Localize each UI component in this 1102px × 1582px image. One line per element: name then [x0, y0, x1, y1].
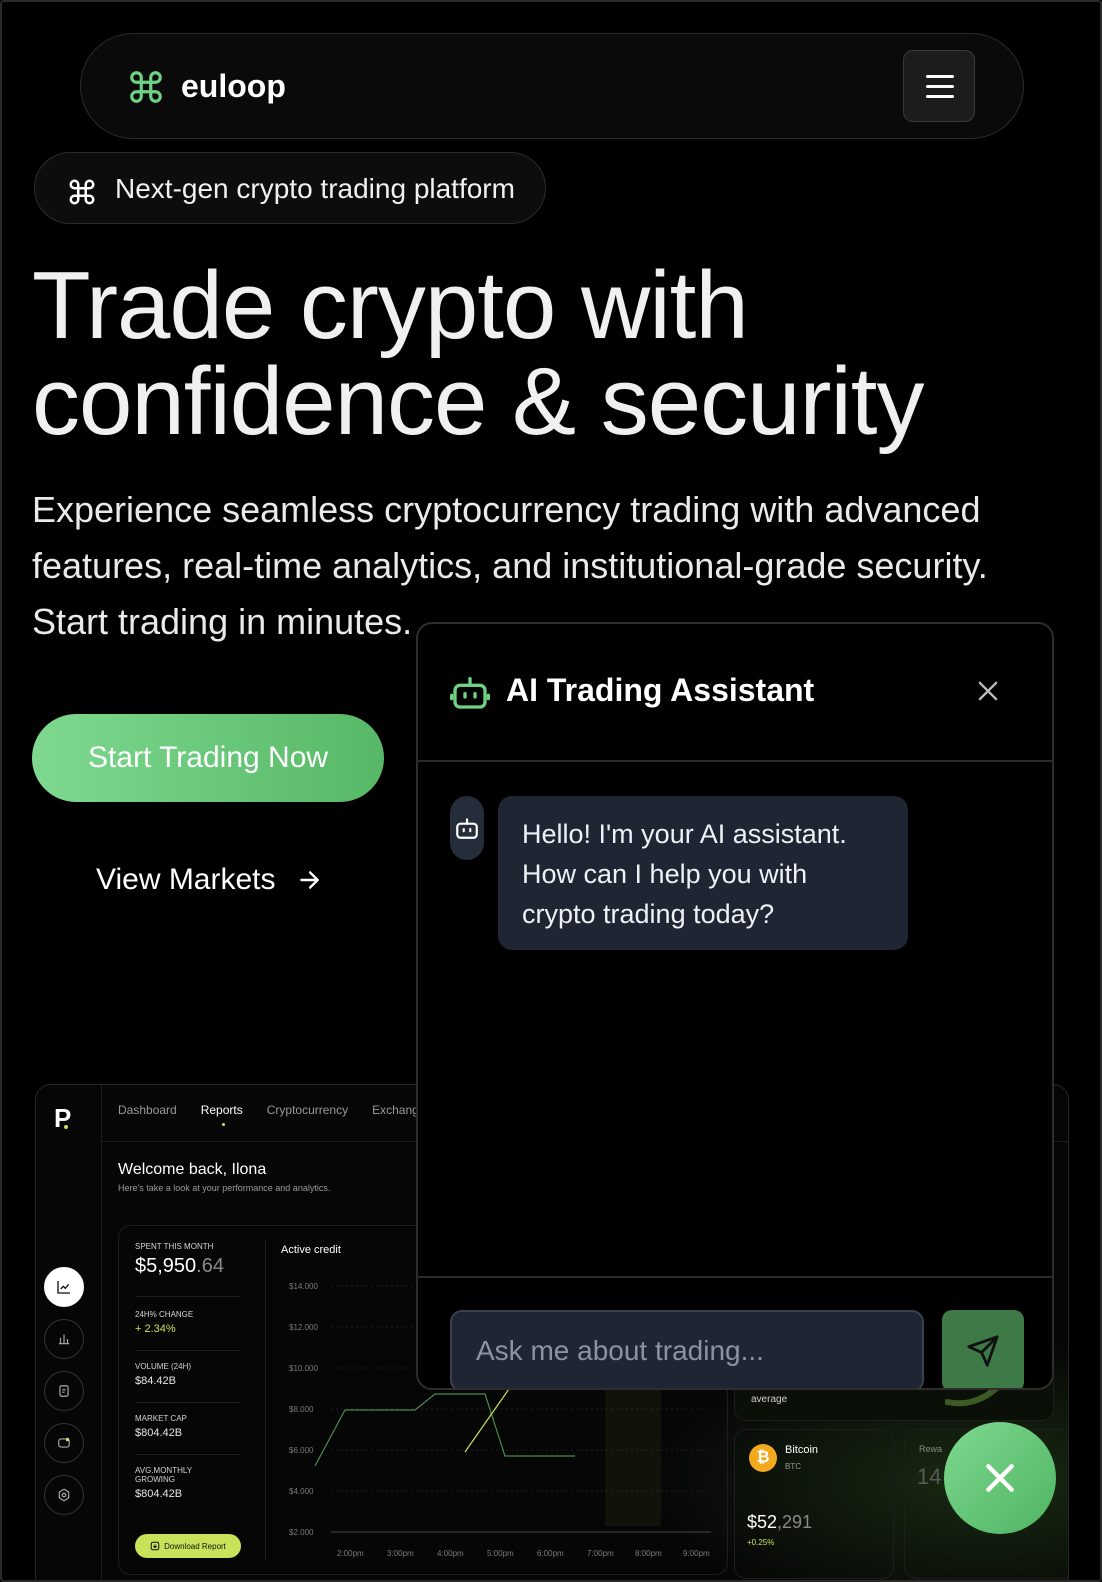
menu-button[interactable]: [903, 50, 975, 122]
bar-chart-icon[interactable]: [44, 1319, 84, 1359]
volume-stat: VOLUME (24H) $84.42B: [135, 1362, 241, 1387]
close-chat-button[interactable]: [966, 670, 1010, 714]
robot-icon: [456, 818, 478, 839]
bitcoin-change: +0.25%: [747, 1538, 775, 1547]
bitcoin-symbol: BTC: [785, 1462, 801, 1471]
close-icon: [978, 681, 998, 700]
hero-title: Trade crypto with confidence & security: [32, 252, 924, 455]
y-tick: $6.000: [289, 1446, 314, 1455]
rewards-label: Rewa: [919, 1444, 943, 1454]
download-icon: [150, 1541, 160, 1551]
chart-line-icon[interactable]: [44, 1267, 84, 1307]
ai-assistant-panel: AI Trading Assistant Hello! I'm your AI …: [416, 622, 1054, 1390]
start-trading-button[interactable]: Start Trading Now: [32, 714, 384, 802]
dashboard-logo-letter: P: [54, 1103, 72, 1133]
chat-header: AI Trading Assistant: [418, 624, 1052, 762]
avg-monthly-value: $804.42B: [135, 1488, 183, 1500]
x-tick: 5:00pm: [487, 1549, 514, 1558]
dashboard-logo: P: [54, 1103, 71, 1134]
x-tick: 2:00pm: [337, 1549, 364, 1558]
y-tick: $2.000: [289, 1528, 314, 1537]
x-tick: 9:00pm: [683, 1549, 710, 1558]
x-tick: 3:00pm: [387, 1549, 414, 1558]
download-report-button[interactable]: Download Report: [135, 1534, 241, 1558]
x-tick: 8:00pm: [635, 1549, 662, 1558]
assistant-message: Hello! I'm your AI assistant. How can I …: [498, 796, 908, 950]
view-markets-link[interactable]: View Markets: [96, 858, 322, 902]
market-cap-stat: MARKET CAP $804.42B: [135, 1414, 241, 1439]
spent-label: SPENT THIS MONTH: [135, 1242, 214, 1251]
close-icon: [986, 1464, 1014, 1492]
arrow-right-icon: [299, 871, 319, 889]
close-assistant-fab[interactable]: [944, 1422, 1056, 1534]
top-navbar: euloop: [80, 33, 1024, 139]
y-tick: $10.000: [289, 1364, 318, 1373]
volume-value: $84.42B: [135, 1375, 176, 1387]
bitcoin-name: Bitcoin: [785, 1444, 819, 1456]
avg-monthly-label: AVG.MONTHLY GROWING: [135, 1466, 192, 1484]
y-tick: $14.000: [289, 1282, 318, 1291]
hero-title-line2: confidence & security: [32, 348, 924, 455]
spent-value: $5,950.64: [135, 1255, 224, 1277]
chat-input[interactable]: [450, 1310, 924, 1388]
chat-footer: [418, 1276, 1052, 1388]
wallet-icon[interactable]: [44, 1423, 84, 1463]
y-tick: $4.000: [289, 1487, 314, 1496]
badge-text: Next-gen crypto trading platform: [115, 173, 515, 204]
change-stat: 24H% CHANGE + 2.34%: [135, 1310, 241, 1335]
tab-reports[interactable]: Reports: [201, 1103, 243, 1126]
tab-dashboard[interactable]: Dashboard: [118, 1103, 177, 1117]
tab-cryptocurrency[interactable]: Cryptocurrency: [267, 1103, 348, 1117]
hero-title-line1: Trade crypto with: [32, 252, 749, 359]
welcome-subtitle: Here's take a look at your performance a…: [118, 1183, 331, 1193]
hamburger-icon-line: [926, 95, 954, 98]
assistant-avatar: [450, 796, 484, 860]
x-tick: 7:00pm: [587, 1549, 614, 1558]
bitcoin-icon: ₿: [749, 1444, 777, 1472]
send-icon: [967, 1335, 999, 1367]
hamburger-icon: [926, 75, 954, 78]
change-value: + 2.34%: [135, 1323, 176, 1335]
dashboard-tabs: Dashboard Reports Cryptocurrency Exchang…: [118, 1103, 425, 1126]
robot-icon: [450, 677, 490, 709]
volume-label: VOLUME (24H): [135, 1362, 192, 1371]
view-markets-label: View Markets: [96, 863, 276, 896]
brand-name[interactable]: euloop: [181, 68, 286, 105]
change-label: 24H% CHANGE: [135, 1310, 194, 1319]
welcome-title: Welcome back, Ilona: [118, 1161, 267, 1178]
settings-icon[interactable]: [44, 1475, 84, 1515]
rewards-value: 14: [917, 1464, 942, 1489]
dashboard-sidebar: P: [36, 1085, 102, 1581]
command-logo-icon: [130, 71, 162, 103]
platform-badge: Next-gen crypto trading platform: [34, 152, 546, 224]
download-report-label: Download Report: [164, 1541, 226, 1551]
chart-title: Active credit: [281, 1244, 341, 1256]
spent-stat: SPENT THIS MONTH $5,950.64: [135, 1242, 241, 1278]
chat-title: AI Trading Assistant: [506, 672, 815, 708]
avg-monthly-stat: AVG.MONTHLY GROWING $804.42B: [135, 1466, 241, 1500]
bitcoin-price: $52,291: [747, 1512, 813, 1532]
x-tick: 4:00pm: [437, 1549, 464, 1558]
market-cap-label: MARKET CAP: [135, 1414, 187, 1423]
market-cap-value: $804.42B: [135, 1427, 183, 1439]
x-tick: 6:00pm: [537, 1549, 564, 1558]
bitcoin-card[interactable]: ₿ Bitcoin BTC $52,291 +0.25%: [734, 1429, 894, 1579]
hamburger-icon-line: [926, 85, 954, 88]
command-icon: [69, 179, 95, 205]
document-icon[interactable]: [44, 1371, 84, 1411]
send-button[interactable]: [942, 1310, 1024, 1388]
y-tick: $8.000: [289, 1405, 314, 1414]
y-tick: $12.000: [289, 1323, 318, 1332]
